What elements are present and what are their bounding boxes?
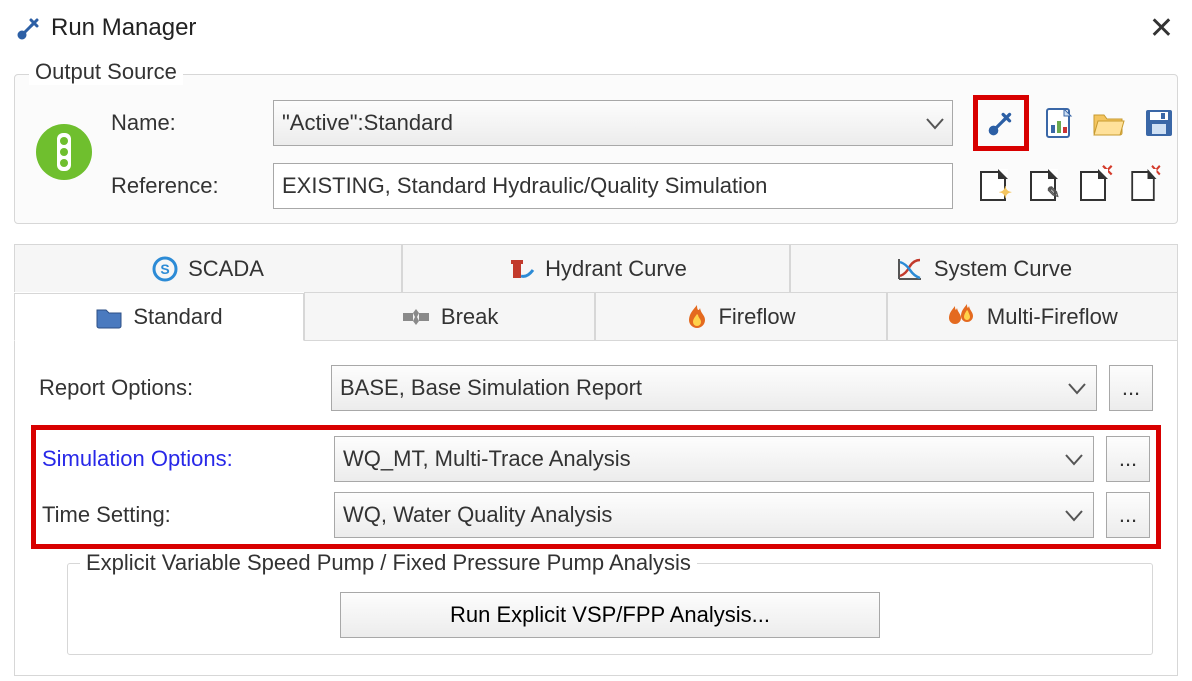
folder-icon xyxy=(95,305,123,329)
delete-page-button[interactable]: ✕ xyxy=(1073,166,1113,206)
report-options-combo[interactable]: BASE, Base Simulation Report xyxy=(331,365,1097,411)
standard-tab-panel: Report Options: BASE, Base Simulation Re… xyxy=(14,340,1178,676)
chevron-down-icon xyxy=(1065,446,1083,472)
vsp-fpp-section: Explicit Variable Speed Pump / Fixed Pre… xyxy=(67,563,1153,655)
svg-text:S: S xyxy=(160,261,169,277)
chevron-down-icon xyxy=(1065,502,1083,528)
window-title: Run Manager xyxy=(51,14,1141,42)
tab-break-label: Break xyxy=(441,304,498,330)
new-page-button[interactable]: ✦ xyxy=(973,166,1013,206)
tab-scada[interactable]: S SCADA xyxy=(14,244,402,292)
simulation-options-combo[interactable]: WQ_MT, Multi-Trace Analysis xyxy=(334,436,1094,482)
chevron-down-icon xyxy=(1068,375,1086,401)
hydrant-icon xyxy=(505,256,535,282)
traffic-light-icon xyxy=(29,123,99,181)
reference-value: EXISTING, Standard Hydraulic/Quality Sim… xyxy=(282,173,767,199)
name-label: Name: xyxy=(111,110,261,136)
scada-icon: S xyxy=(152,256,178,282)
report-options-label: Report Options: xyxy=(39,375,319,401)
tab-row-top: S SCADA Hydrant Curve System Curve xyxy=(14,244,1178,292)
time-setting-ellipsis-button[interactable]: ... xyxy=(1106,492,1150,538)
tab-multifireflow-label: Multi-Fireflow xyxy=(987,304,1118,330)
time-setting-combo[interactable]: WQ, Water Quality Analysis xyxy=(334,492,1094,538)
tab-system-curve[interactable]: System Curve xyxy=(790,244,1178,292)
wrench-button[interactable] xyxy=(981,103,1021,143)
system-curve-icon xyxy=(896,256,924,282)
chevron-down-icon xyxy=(926,110,944,136)
report-options-value: BASE, Base Simulation Report xyxy=(340,375,642,401)
tab-hydrant-curve[interactable]: Hydrant Curve xyxy=(402,244,790,292)
time-setting-value: WQ, Water Quality Analysis xyxy=(343,502,612,528)
time-setting-label: Time Setting: xyxy=(42,502,322,528)
highlight-sim-time-box: Simulation Options: WQ_MT, Multi-Trace A… xyxy=(31,425,1161,549)
vsp-fpp-legend: Explicit Variable Speed Pump / Fixed Pre… xyxy=(80,550,697,576)
tab-fireflow-label: Fireflow xyxy=(718,304,795,330)
fire-icon xyxy=(686,304,708,330)
tab-fireflow[interactable]: Fireflow xyxy=(595,292,886,340)
name-combo-value: "Active":Standard xyxy=(282,110,453,136)
reference-label: Reference: xyxy=(111,173,261,199)
run-vsp-fpp-button[interactable]: Run Explicit VSP/FPP Analysis... xyxy=(340,592,880,638)
tab-standard[interactable]: Standard xyxy=(14,293,304,341)
simulation-options-value: WQ_MT, Multi-Trace Analysis xyxy=(343,446,631,472)
delete-page-2-button[interactable]: ✕ xyxy=(1123,166,1163,206)
multi-fire-icon xyxy=(947,304,977,330)
output-source-legend: Output Source xyxy=(29,59,183,85)
open-button[interactable] xyxy=(1089,103,1129,143)
reference-toolbar: ✦ ✎ ✕ ✕ xyxy=(973,166,1192,206)
save-button[interactable] xyxy=(1139,103,1179,143)
title-bar: Run Manager ✕ xyxy=(0,0,1192,56)
report-button[interactable] xyxy=(1039,103,1079,143)
highlight-wrench-box xyxy=(973,95,1029,151)
tab-row-bottom: Standard Break Fireflow Multi-Fireflow xyxy=(14,292,1178,340)
edit-page-button[interactable]: ✎ xyxy=(1023,166,1063,206)
break-icon xyxy=(401,306,431,328)
simulation-options-label: Simulation Options: xyxy=(42,446,322,472)
tab-break[interactable]: Break xyxy=(304,292,595,340)
tab-multi-fireflow[interactable]: Multi-Fireflow xyxy=(887,292,1178,340)
name-toolbar: OK xyxy=(973,95,1192,151)
tab-hydrant-label: Hydrant Curve xyxy=(545,256,687,282)
tab-standard-label: Standard xyxy=(133,304,222,330)
output-source-group: Output Source Name: "Active":Standard xyxy=(14,74,1178,224)
report-options-ellipsis-button[interactable]: ... xyxy=(1109,365,1153,411)
reference-textbox[interactable]: EXISTING, Standard Hydraulic/Quality Sim… xyxy=(273,163,953,209)
simulation-options-ellipsis-button[interactable]: ... xyxy=(1106,436,1150,482)
close-icon[interactable]: ✕ xyxy=(1141,7,1182,50)
name-combo[interactable]: "Active":Standard xyxy=(273,100,953,146)
tab-scada-label: SCADA xyxy=(188,256,264,282)
tab-system-label: System Curve xyxy=(934,256,1072,282)
app-icon xyxy=(15,14,43,42)
